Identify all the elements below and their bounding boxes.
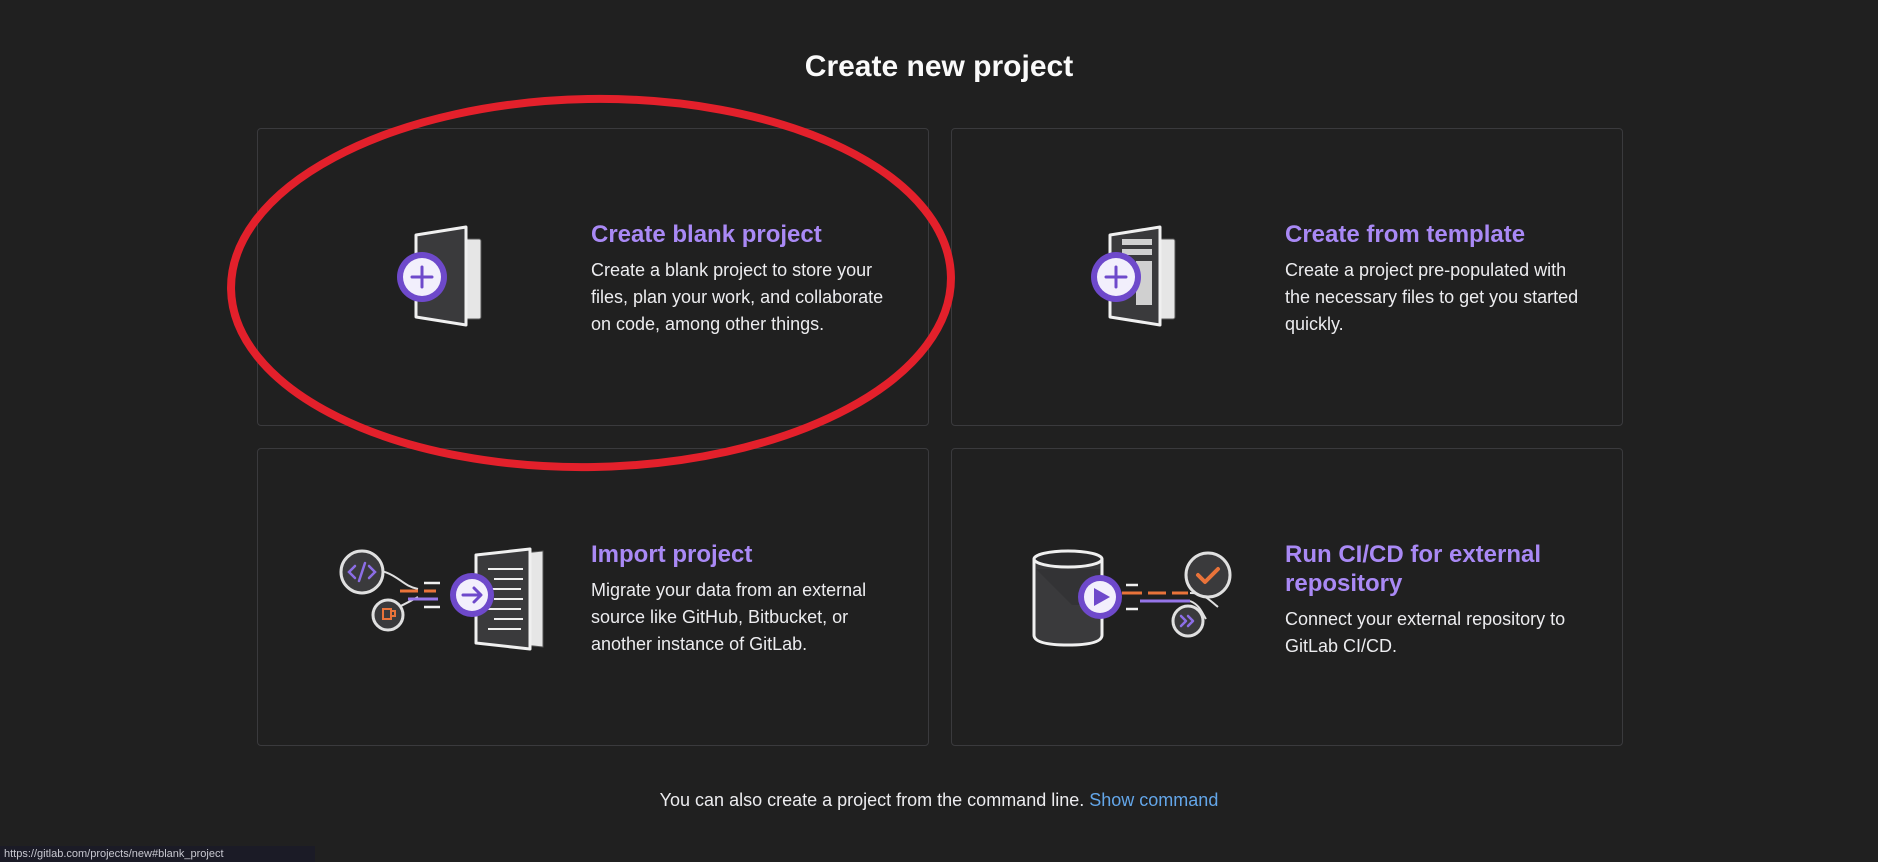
card-description: Connect your external repository to GitL… [1285,609,1566,656]
card-description: Create a blank project to store your fil… [591,260,884,334]
import-project-card[interactable]: Import project Migrate your data from an… [257,448,929,746]
card-title: Create blank project [591,221,822,248]
card-title: Create from template [1285,221,1526,248]
show-command-link[interactable]: Show command [1089,790,1218,810]
card-description: Create a project pre-populated with the … [1285,260,1579,334]
blank-project-icon [397,225,482,327]
import-project-icon [339,547,544,651]
status-bar-url: https://gitlab.com/projects/new#blank_pr… [0,846,315,862]
footer-text: You can also create a project from the c… [659,790,1085,810]
card-title: Run CI/CD for external repository [1285,541,1542,597]
create-from-template-card[interactable]: Create from template Create a project pr… [951,128,1623,426]
ci-cd-project-icon [1032,549,1232,647]
template-project-icon [1091,225,1176,327]
footer: You can also create a project from the c… [0,790,1878,811]
run-ci-cd-external-repo-card[interactable]: Run CI/CD for external repository Connec… [951,448,1623,746]
card-title: Import project [591,541,753,568]
create-blank-project-card[interactable]: Create blank project Create a blank proj… [257,128,929,426]
card-description: Migrate your data from an external sourc… [591,580,867,654]
page-title: Create new project [804,50,1074,83]
